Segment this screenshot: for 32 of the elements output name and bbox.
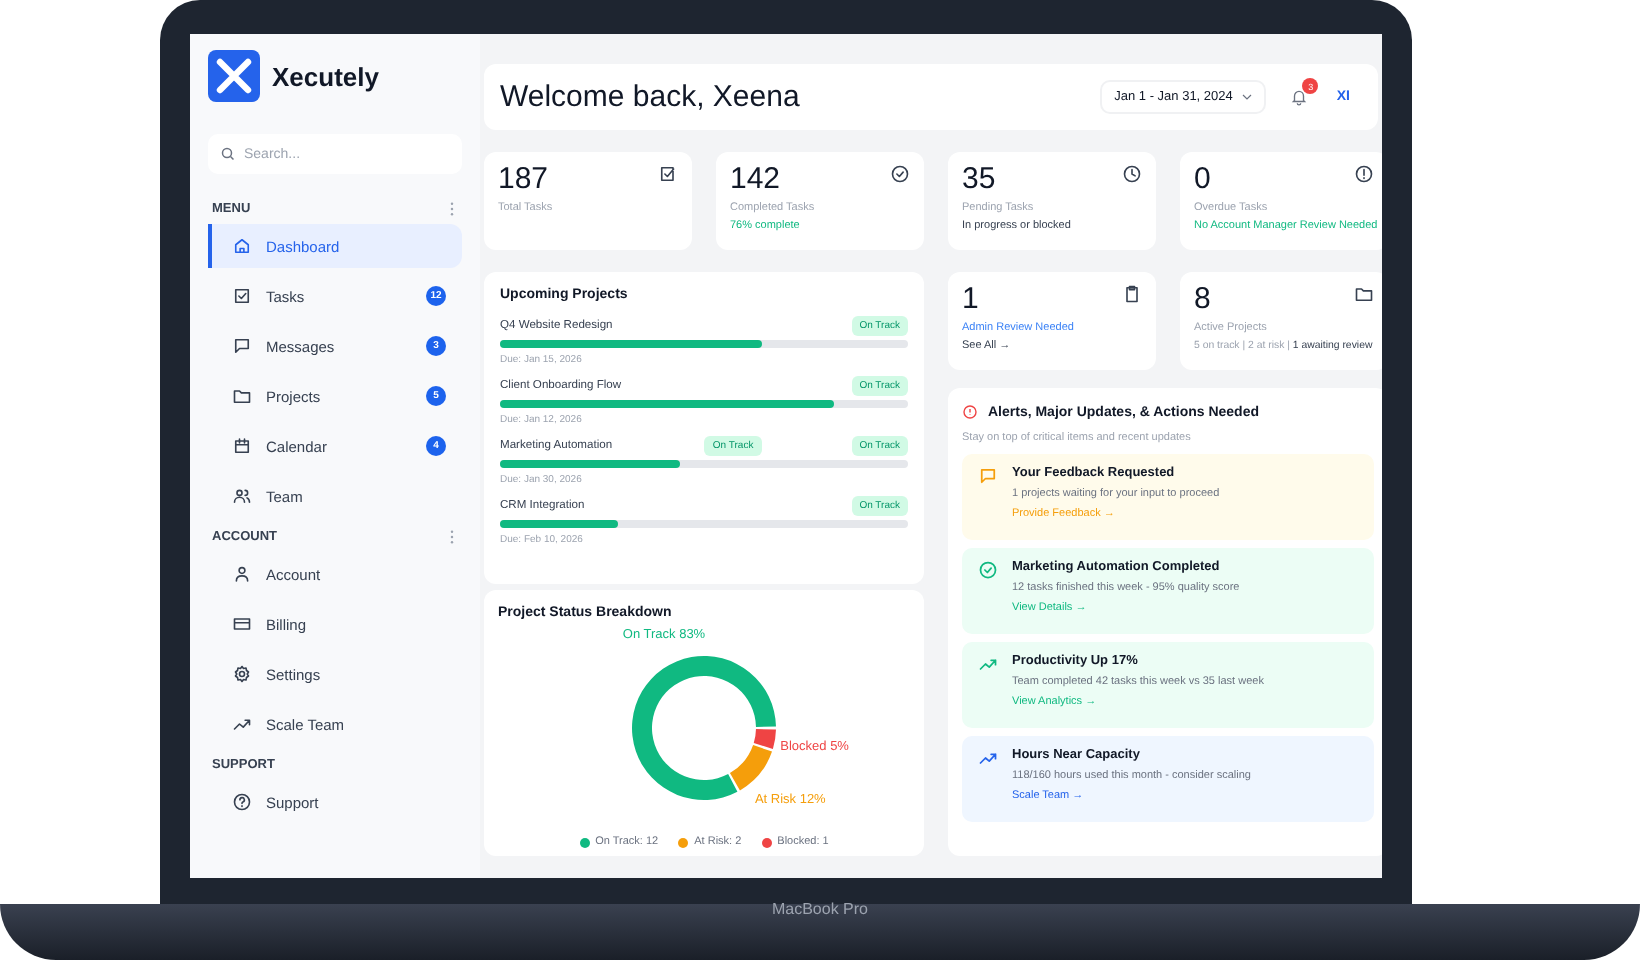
trend-up-icon <box>978 748 998 768</box>
bell-icon[interactable] <box>1290 88 1309 106</box>
stat-value: 35 <box>962 164 996 196</box>
nav-icon <box>232 564 252 584</box>
stat-value: 8 <box>1194 284 1211 316</box>
nav-icon <box>232 236 252 256</box>
nav-icon <box>232 614 252 634</box>
clipboard-icon <box>1122 284 1142 304</box>
clock-icon <box>1122 164 1142 184</box>
nav-icon <box>232 336 252 356</box>
stat-value: 187 <box>498 164 549 196</box>
nav-icon <box>232 664 252 684</box>
nav-icon <box>232 792 252 812</box>
nav-icon <box>232 286 252 306</box>
stat-value: 1 <box>962 284 979 316</box>
stat-value: 0 <box>1194 164 1211 196</box>
nav-icon <box>232 436 252 456</box>
welcome-title: Welcome back, Xeena <box>500 80 800 114</box>
trend-up-icon <box>978 654 998 674</box>
alert-circle-icon <box>962 404 978 420</box>
search-icon <box>220 146 236 162</box>
nav-icon <box>232 386 252 406</box>
device-label: MacBook Pro <box>771 900 869 920</box>
folder-icon <box>1354 284 1374 304</box>
brand-name: Xecutely <box>272 61 379 91</box>
chevron-down-icon <box>1242 94 1253 100</box>
nav-icon <box>232 714 252 734</box>
chat-bubble-icon <box>978 466 998 486</box>
stat-value: 142 <box>730 164 781 196</box>
checkbox-icon <box>658 164 678 184</box>
logo-icon <box>208 50 260 102</box>
nav-icon <box>232 486 252 506</box>
